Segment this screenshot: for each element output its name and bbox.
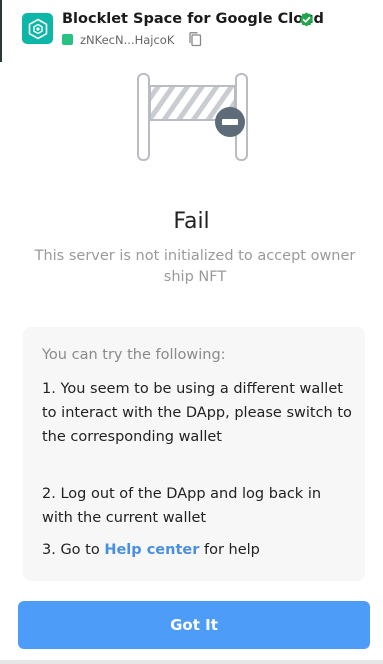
suggestions-panel: You can try the following: 1. You seem t… (23, 327, 365, 581)
app-title: Blocklet Space for Google Cloud (62, 11, 324, 27)
got-it-button[interactable]: Got It (18, 601, 370, 649)
suggestion-item-help-prefix: 3. Go to (42, 542, 105, 558)
suggestion-item-relogin: 2. Log out of the DApp and log back in w… (42, 486, 322, 526)
hexagon-logo-icon (22, 13, 53, 44)
suggestion-item-help: 3. Go to Help center for help (42, 538, 352, 562)
status-title: Fail (173, 209, 210, 234)
suggestion-item-switch-wallet: 1. You seem to be using a different wall… (42, 381, 352, 445)
closed-gate-icon (137, 73, 248, 161)
status-message: This server is not initialized to accept… (34, 248, 356, 285)
did-address: zNKecN...HajcoK (80, 33, 175, 47)
suggestions-title: You can try the following: (42, 347, 226, 363)
did-avatar-icon (62, 34, 73, 45)
suggestion-item-help-suffix: for help (199, 542, 260, 558)
copy-icon[interactable] (188, 32, 202, 47)
window-bottom-edge (0, 660, 383, 664)
help-center-link[interactable]: Help center (104, 542, 199, 558)
dapp-header: Blocklet Space for Google Cloud zNKecN..… (0, 0, 383, 62)
verified-badge-icon (299, 12, 313, 27)
